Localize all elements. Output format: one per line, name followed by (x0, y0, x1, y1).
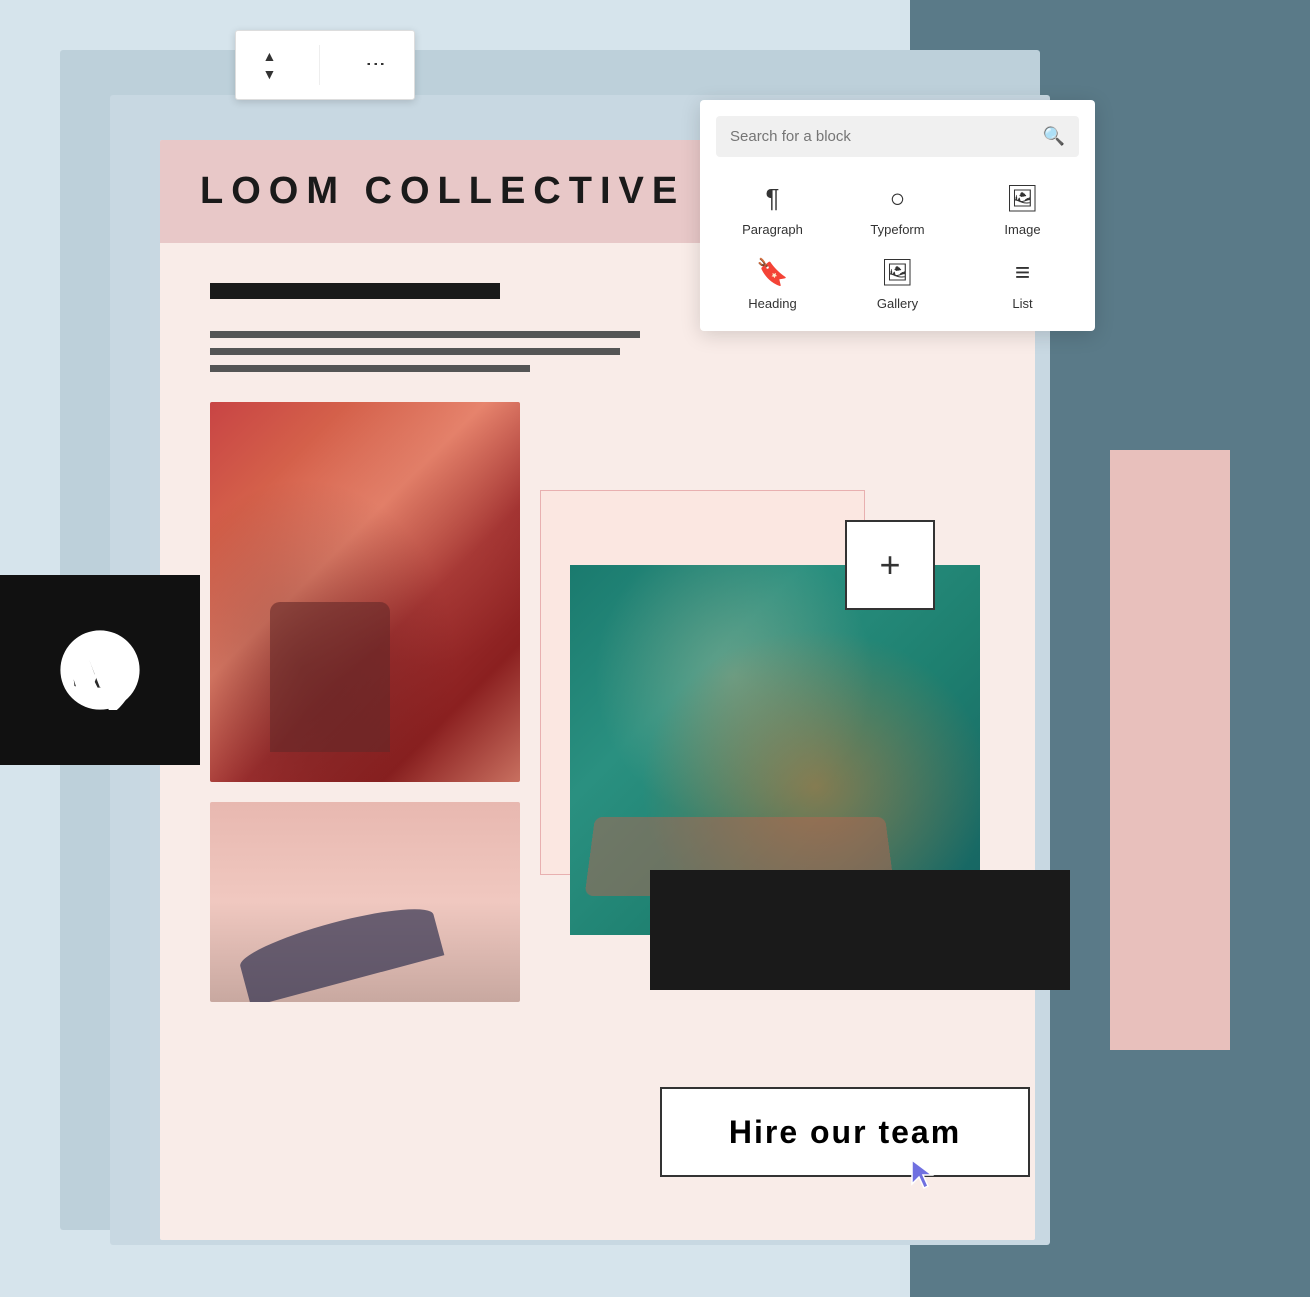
block-item-gallery[interactable]: 🖼 Gallery (845, 257, 950, 311)
hire-team-label: Hire our team (729, 1114, 961, 1151)
paragraph-label: Paragraph (742, 222, 803, 237)
typeform-label: Typeform (870, 222, 924, 237)
block-item-list[interactable]: ≡ List (970, 257, 1075, 311)
heading-icon: 🔖 (756, 257, 788, 288)
add-icon: + (879, 544, 900, 586)
toolbar-arrows[interactable]: ▲ ▼ (253, 39, 287, 91)
add-block-button[interactable]: + (845, 520, 935, 610)
block-item-image[interactable]: 🖼 Image (970, 183, 1075, 237)
image-icon: 🖼 (1006, 183, 1039, 214)
heading-label: Heading (748, 296, 796, 311)
search-bar[interactable]: 🔍 (716, 116, 1079, 157)
paragraph-icon: ¶ (766, 183, 780, 214)
gallery-icon: 🖼 (881, 257, 914, 288)
gallery-label: Gallery (877, 296, 918, 311)
block-item-paragraph[interactable]: ¶ Paragraph (720, 183, 825, 237)
move-down-button[interactable]: ▼ (263, 67, 277, 81)
block-toolbar: ▲ ▼ ⋮ (235, 30, 415, 100)
body-line-3 (210, 365, 530, 372)
heading-line (210, 283, 500, 299)
block-item-heading[interactable]: 🔖 Heading (720, 257, 825, 311)
body-line-1 (210, 331, 640, 338)
dark-hire-overlay (650, 870, 1070, 990)
block-grid: ¶ Paragraph ○ Typeform 🖼 Image 🔖 Heading… (700, 173, 1095, 331)
list-label: List (1012, 296, 1032, 311)
block-item-typeform[interactable]: ○ Typeform (845, 183, 950, 237)
search-input[interactable] (730, 128, 1033, 145)
wordpress-logo: W (60, 630, 140, 710)
body-line-2 (210, 348, 620, 355)
typeform-icon: ○ (890, 183, 906, 214)
dancer-image (210, 802, 520, 1002)
mouse-cursor (910, 1158, 938, 1197)
hire-team-button[interactable]: Hire our team (660, 1087, 1030, 1177)
search-icon: 🔍 (1043, 126, 1065, 147)
move-up-button[interactable]: ▲ (263, 49, 277, 63)
image-label: Image (1004, 222, 1040, 237)
site-title: LOOM COLLECTIVE (200, 170, 685, 213)
pink-side-panel (1110, 450, 1230, 1050)
svg-text:W: W (79, 647, 121, 693)
block-picker-panel: 🔍 ¶ Paragraph ○ Typeform 🖼 Image 🔖 Headi… (700, 100, 1095, 331)
list-icon: ≡ (1015, 257, 1030, 288)
toolbar-divider (319, 45, 320, 85)
wordpress-panel: W (0, 575, 200, 765)
more-options-button[interactable]: ⋮ (353, 44, 397, 86)
pink-room-image (210, 402, 520, 782)
